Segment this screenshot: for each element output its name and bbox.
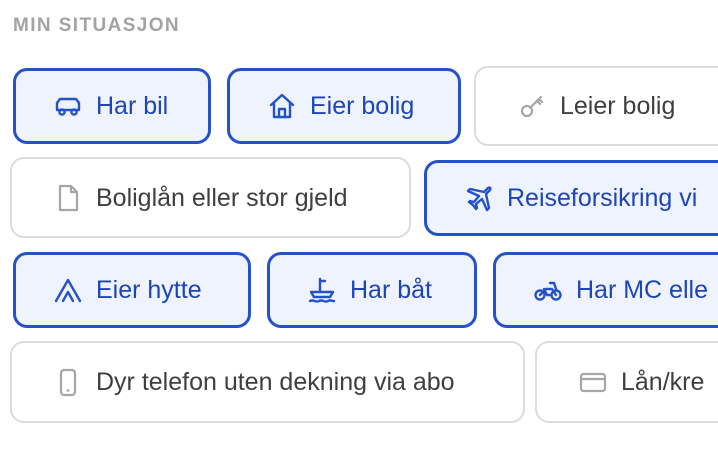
- option-lan-kreditt[interactable]: Lån/kre: [535, 341, 718, 423]
- option-eier-hytte[interactable]: Eier hytte: [13, 252, 251, 328]
- option-label: Eier bolig: [310, 92, 415, 120]
- option-reiseforsikring[interactable]: Reiseforsikring vi: [424, 160, 718, 236]
- option-boliglan[interactable]: Boliglån eller stor gjeld: [10, 157, 411, 238]
- boat-icon: [306, 274, 338, 306]
- situation-panel: MIN SITUASJON Har bil Eier bolig Leier b…: [0, 0, 718, 464]
- option-label: Har MC elle: [576, 276, 708, 304]
- option-label: Har båt: [350, 276, 432, 304]
- option-label: Eier hytte: [96, 276, 202, 304]
- phone-icon: [52, 366, 84, 398]
- cabin-icon: [52, 274, 84, 306]
- option-label: Lån/kre: [621, 368, 705, 396]
- option-har-bat[interactable]: Har båt: [267, 252, 477, 328]
- option-har-bil[interactable]: Har bil: [13, 68, 211, 144]
- section-title: MIN SITUASJON: [13, 15, 181, 36]
- airplane-icon: [463, 182, 495, 214]
- option-label: Har bil: [96, 92, 169, 120]
- option-eier-bolig[interactable]: Eier bolig: [227, 68, 461, 144]
- car-icon: [52, 90, 84, 122]
- option-har-mc[interactable]: Har MC elle: [493, 252, 718, 328]
- house-icon: [266, 90, 298, 122]
- option-leier-bolig[interactable]: Leier bolig: [474, 66, 718, 146]
- document-icon: [52, 182, 84, 214]
- credit-card-icon: [577, 366, 609, 398]
- option-label: Boliglån eller stor gjeld: [96, 183, 348, 212]
- option-label: Leier bolig: [560, 92, 676, 120]
- motorcycle-icon: [532, 274, 564, 306]
- option-dyr-telefon[interactable]: Dyr telefon uten dekning via abo: [10, 341, 525, 423]
- option-label: Dyr telefon uten dekning via abo: [96, 368, 455, 396]
- option-label: Reiseforsikring vi: [507, 184, 698, 212]
- key-icon: [516, 90, 548, 122]
